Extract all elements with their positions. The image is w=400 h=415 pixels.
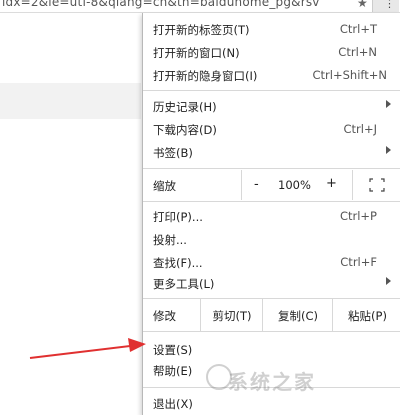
zoom-in-button[interactable]: + [326,176,337,191]
menu-divider [143,331,400,332]
edit-row: 修改 剪切(T) 复制(C) 粘贴(P) [143,299,400,331]
url-text: idx=2&ie=utf-8&qiang=ch&tn=baiduhome_pg&… [2,0,320,9]
menu-item-label: 打开新的隐身窗口(I) [153,69,258,83]
menu-item-label: 设置(S) [153,343,193,357]
menu-item-label: 历史记录(H) [153,100,217,114]
menu-item-downloads[interactable]: 下载内容(D) Ctrl+J [143,119,400,139]
zoom-controls: - 100% + [241,170,400,200]
cut-button[interactable]: 剪切(T) [200,299,263,331]
menu-item-bookmarks[interactable]: 书签(B) [143,142,400,162]
kebab-menu-icon: ⋮ [384,0,395,10]
menu-item-more-tools[interactable]: 更多工具(L) [143,273,400,293]
zoom-label: 缩放 [153,179,176,193]
menu-item-label: 打印(P)... [153,210,203,224]
menu-item-history[interactable]: 历史记录(H) [143,96,400,116]
zoom-level: 100% [278,178,311,192]
menu-item-label: 书签(B) [153,146,193,160]
menu-item-label: 退出(X) [153,397,193,411]
menu-item-new-tab[interactable]: 打开新的标签页(T) Ctrl+T [143,19,400,39]
fullscreen-button[interactable] [352,170,400,200]
fullscreen-icon [369,178,385,192]
cut-label: 剪切(T) [212,309,252,323]
zoom-row: 缩放 - 100% + [143,170,400,200]
zoom-out-button[interactable]: - [254,177,259,192]
menu-item-label: 更多工具(L) [153,277,215,291]
copy-label: 复制(C) [277,309,318,323]
star-icon[interactable]: ★ [357,0,368,10]
menu-item-label: 打开新的标签页(T) [153,23,250,37]
menu-divider [143,201,400,202]
copy-button[interactable]: 复制(C) [262,299,333,331]
menu-item-label: 帮助(E) [153,364,193,378]
menu-divider [143,168,400,169]
submenu-arrow-icon [386,100,391,108]
watermark-text: 系统之家 [228,370,316,394]
highlighted-row [0,83,141,119]
menu-item-new-window[interactable]: 打开新的窗口(N) Ctrl+N [143,42,400,62]
submenu-arrow-icon [386,277,391,285]
menu-item-shortcut: Ctrl+J [343,122,378,136]
menu-item-cast[interactable]: 投射... [143,229,400,249]
browser-menu-button[interactable]: ⋮ [372,0,399,12]
menu-item-shortcut: Ctrl+T [339,22,377,36]
menu-item-exit[interactable]: 退出(X) [143,393,400,413]
menu-item-find[interactable]: 查找(F)... Ctrl+F [143,252,400,272]
page-content [0,13,141,415]
submenu-arrow-icon [386,146,391,154]
menu-item-shortcut: Ctrl+F [340,255,377,269]
paste-button[interactable]: 粘贴(P) [332,299,400,331]
menu-item-label: 打开新的窗口(N) [153,46,240,60]
menu-item-incognito[interactable]: 打开新的隐身窗口(I) Ctrl+Shift+N [143,65,400,85]
edit-label: 修改 [153,309,176,323]
menu-item-label: 投射... [153,233,187,247]
menu-item-label: 下载内容(D) [153,123,217,137]
menu-item-label: 查找(F)... [153,256,203,270]
menu-item-shortcut: Ctrl+P [339,209,377,223]
menu-divider [143,90,400,91]
address-bar[interactable]: idx=2&ie=utf-8&qiang=ch&tn=baiduhome_pg&… [0,0,400,13]
menu-item-settings[interactable]: 设置(S) [143,339,400,359]
menu-item-print[interactable]: 打印(P)... Ctrl+P [143,206,400,226]
menu-item-shortcut: Ctrl+N [338,45,377,59]
paste-label: 粘贴(P) [348,309,387,323]
menu-item-shortcut: Ctrl+Shift+N [312,68,387,82]
browser-dropdown-menu: 打开新的标签页(T) Ctrl+T 打开新的窗口(N) Ctrl+N 打开新的隐… [142,13,400,415]
